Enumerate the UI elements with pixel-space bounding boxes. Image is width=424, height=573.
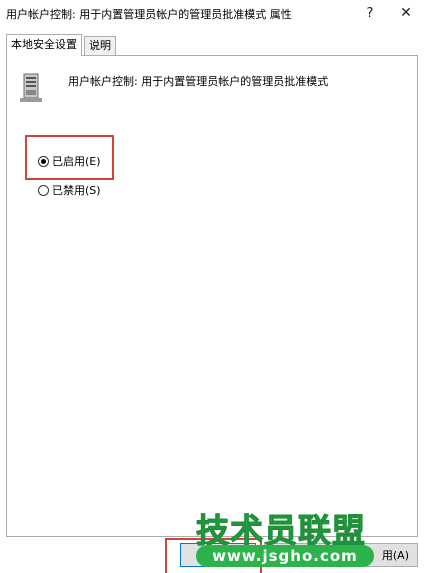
tab-label: 说明: [89, 39, 111, 52]
server-icon: [20, 73, 42, 102]
help-button[interactable]: ?: [352, 0, 388, 26]
window-title: 用户帐户控制: 用于内置管理员帐户的管理员批准模式 属性: [6, 8, 292, 21]
policy-title: 用户帐户控制: 用于内置管理员帐户的管理员批准模式: [68, 75, 329, 88]
title-bar: 用户帐户控制: 用于内置管理员帐户的管理员批准模式 属性 ? ✕: [0, 0, 424, 26]
tab-explain[interactable]: 说明: [84, 36, 116, 55]
radio-button-unchecked[interactable]: [38, 184, 49, 196]
highlight-box-enabled: [25, 135, 114, 180]
tab-local-security-setting[interactable]: 本地安全设置: [6, 34, 82, 56]
radio-disabled[interactable]: 已禁用(S): [38, 182, 101, 198]
settings-panel: [6, 55, 418, 537]
tab-strip: 本地安全设置 说明: [0, 34, 424, 56]
help-icon: ?: [366, 5, 374, 21]
radio-disabled-label: 已禁用(S): [52, 184, 101, 197]
tab-label: 本地安全设置: [11, 38, 77, 51]
apply-button-label: 用(A): [381, 549, 409, 562]
watermark-url: www.jsgho.com: [196, 545, 374, 567]
close-icon: ✕: [400, 5, 412, 21]
close-button[interactable]: ✕: [388, 0, 424, 26]
